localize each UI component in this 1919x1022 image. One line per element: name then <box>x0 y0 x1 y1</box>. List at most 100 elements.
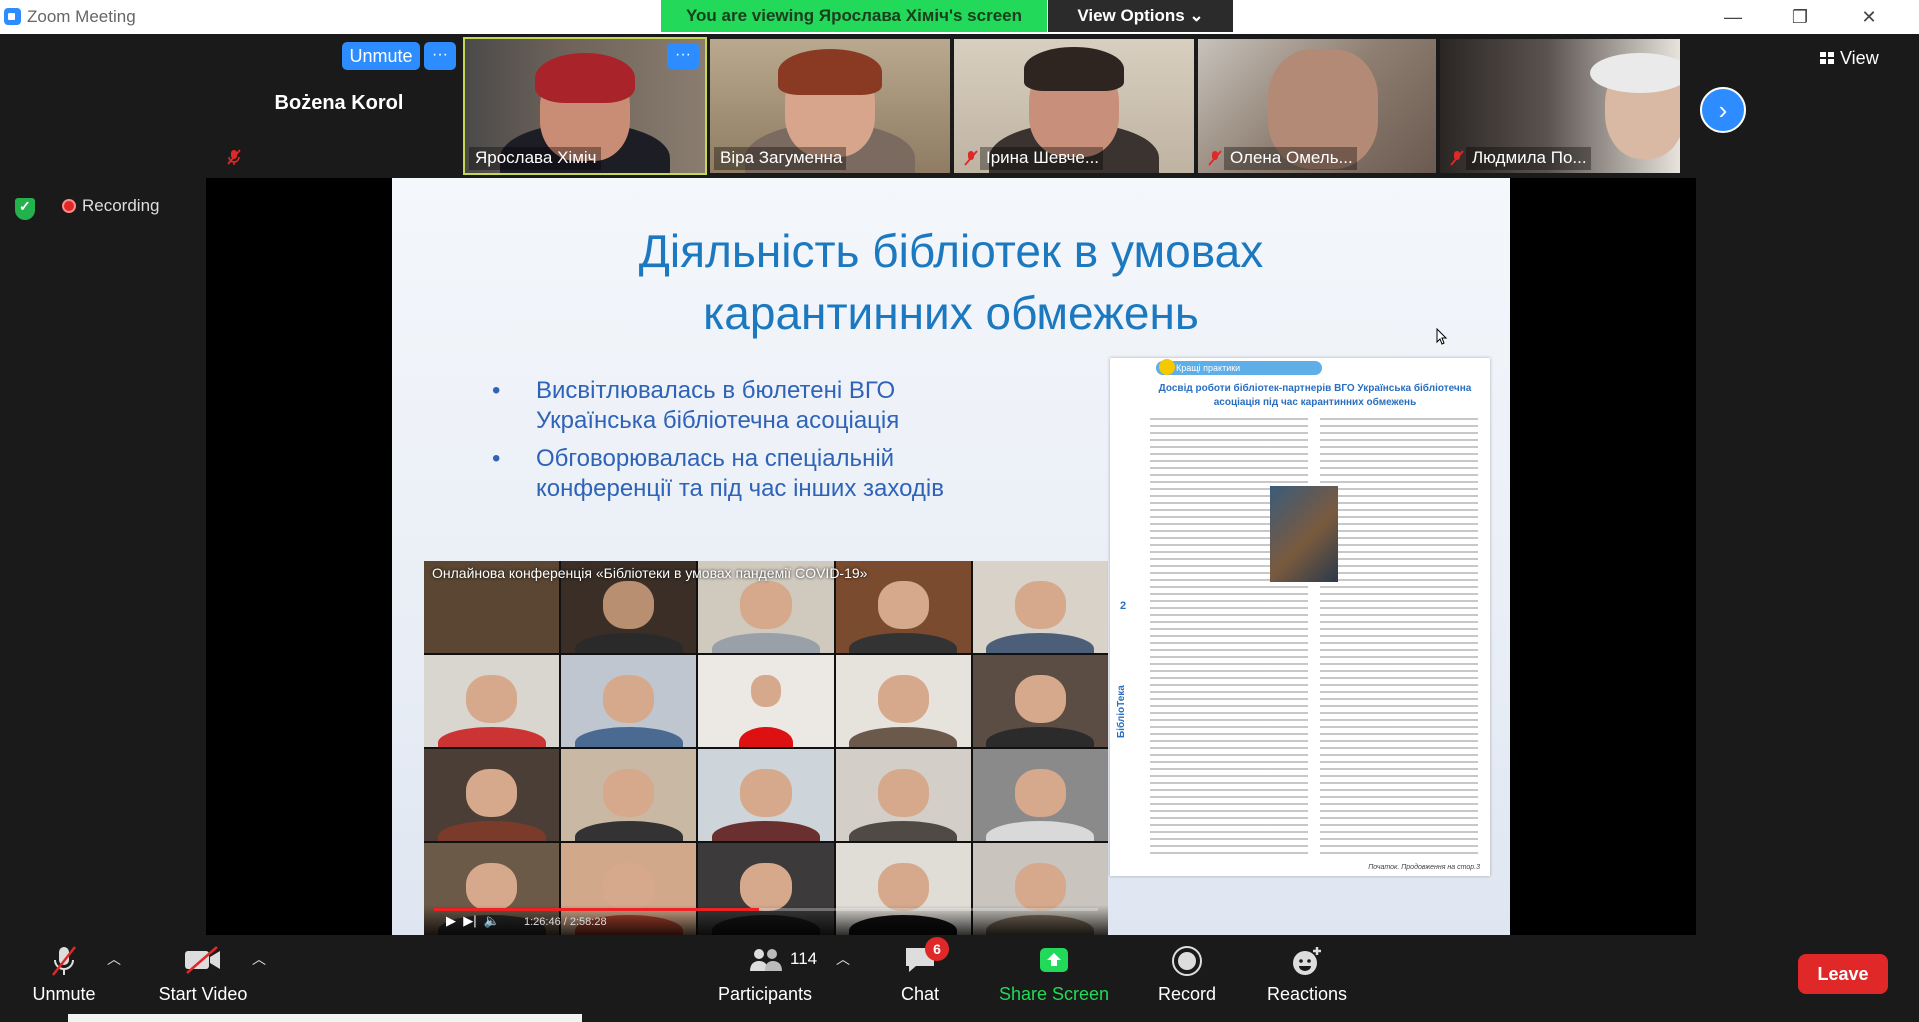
view-options-button[interactable]: View Options ⌄ <box>1048 0 1233 32</box>
muted-mic-icon <box>1208 150 1222 166</box>
record-button[interactable]: Record <box>1147 935 1227 1022</box>
newsletter-side: БібліоТека <box>1116 598 1128 738</box>
grid-icon <box>1820 52 1834 64</box>
video-progress-bar[interactable] <box>434 908 1098 911</box>
video-grid <box>424 561 1108 935</box>
participant-tile[interactable]: ··· Ярослава Хіміч <box>463 37 707 175</box>
reactions-button[interactable]: Reactions <box>1257 935 1357 1022</box>
participant-name: Олена Омель... <box>1224 147 1357 170</box>
video-cell <box>972 749 1108 841</box>
muted-mic-icon <box>964 150 978 166</box>
self-unmute-button[interactable]: Unmute <box>342 42 420 70</box>
security-shield-icon[interactable] <box>15 198 35 220</box>
chat-button[interactable]: 6 Chat <box>880 935 960 1022</box>
video-cell <box>972 561 1108 653</box>
view-label: View <box>1840 48 1879 68</box>
video-off-icon <box>185 946 220 974</box>
unmute-button[interactable]: Unmute <box>24 935 104 1022</box>
participants-icon <box>750 949 782 971</box>
video-cell <box>972 655 1108 747</box>
view-button[interactable]: View <box>1820 48 1879 69</box>
video-time: 1:26:46 / 2:58:28 <box>524 916 607 928</box>
title-bar: Zoom Meeting You are viewing Ярослава Хі… <box>0 0 1919 34</box>
slide-bullet: Обговорювалась на спеціальній конференці… <box>492 444 952 504</box>
video-title: Онлайнова конференція «Бібліотеки в умов… <box>432 565 868 581</box>
reactions-icon <box>1293 947 1321 975</box>
self-name: Bożena Korol <box>274 92 404 114</box>
recording-label: Recording <box>82 196 160 215</box>
video-cell <box>698 655 834 747</box>
video-play-controls[interactable]: ▶ ▶| 🔈 <box>446 913 500 929</box>
participant-tile[interactable]: Ірина Шевче... <box>954 39 1194 173</box>
slide-bullets: Висвітлювалась в бюлетені ВГО Українська… <box>492 376 952 512</box>
participant-name: Людмила По... <box>1466 147 1591 170</box>
share-screen-icon <box>1040 948 1068 972</box>
newsletter-page: Кращі практики Досвід роботи бібліотек-п… <box>1110 358 1490 876</box>
video-progress-fill <box>434 908 760 911</box>
newsletter-columns <box>1150 418 1480 858</box>
taskbar-strip <box>68 1014 582 1022</box>
chat-unread-badge: 6 <box>925 937 949 961</box>
video-options-caret-icon[interactable]: ︿ <box>252 949 266 969</box>
newsletter-column <box>1320 418 1478 858</box>
start-video-button[interactable]: Start Video <box>148 935 258 1022</box>
minimize-icon[interactable]: — <box>1713 2 1753 32</box>
window-title: Zoom Meeting <box>27 7 136 26</box>
video-cell <box>424 655 560 747</box>
muted-mic-icon <box>1450 150 1464 166</box>
next-page-button[interactable]: › <box>1700 87 1746 133</box>
newsletter-column <box>1150 418 1308 858</box>
mouse-cursor-icon <box>1436 328 1448 345</box>
participant-name: Ірина Шевче... <box>980 147 1104 170</box>
participant-tile[interactable]: Віра Загуменна <box>710 39 950 173</box>
share-screen-button[interactable]: Share Screen <box>994 935 1114 1022</box>
participants-label: Participants <box>717 984 813 1004</box>
participant-name: Ярослава Хіміч <box>469 147 601 170</box>
video-cell <box>835 749 971 841</box>
recording-indicator[interactable]: Recording <box>62 196 160 216</box>
video-cell <box>561 655 697 747</box>
share-screen-label: Share Screen <box>998 984 1110 1004</box>
tag-circle-icon <box>1159 359 1175 375</box>
record-icon <box>1172 946 1202 976</box>
unmute-label: Unmute <box>32 984 96 1004</box>
newsletter-tag-label: Кращі практики <box>1176 363 1241 373</box>
audio-options-caret-icon[interactable]: ︿ <box>107 949 121 969</box>
close-icon[interactable]: ✕ <box>1849 2 1889 32</box>
presentation-slide: Діяльність бібліотек в умовах карантинни… <box>392 178 1510 935</box>
video-cell <box>424 749 560 841</box>
restore-icon[interactable]: ❐ <box>1780 2 1820 32</box>
participant-tile[interactable]: Людмила По... <box>1440 39 1680 173</box>
slide-title-line: Діяльність бібліотек в умовах <box>638 225 1264 277</box>
leave-button[interactable]: Leave <box>1798 954 1888 994</box>
meeting-toolbar: Unmute ︿ Start Video ︿ 114 Participants … <box>0 935 1919 1022</box>
participants-options-caret-icon[interactable]: ︿ <box>836 949 850 969</box>
muted-mic-icon <box>52 946 76 976</box>
participant-name: Віра Загуменна <box>714 147 847 170</box>
recording-dot-icon <box>62 199 76 213</box>
newsletter-headline: Досвід роботи бібліотек-партнерів ВГО Ук… <box>1158 383 1472 408</box>
record-label: Record <box>1157 984 1217 1004</box>
tile-more-button[interactable]: ··· <box>667 43 699 69</box>
slide-title-line: карантинних обмежень <box>703 287 1199 339</box>
newsletter-side-title: БібліоТека <box>1116 685 1127 738</box>
video-cell <box>561 749 697 841</box>
newsletter-footer: Початок. Продовження на стор.3 <box>1368 864 1480 871</box>
self-more-button[interactable]: ··· <box>424 42 456 70</box>
embedded-video[interactable]: Онлайнова конференція «Бібліотеки в умов… <box>424 561 1108 935</box>
participants-button[interactable]: 114 Participants <box>710 935 820 1022</box>
reactions-label: Reactions <box>1266 984 1348 1004</box>
chat-label: Chat <box>900 984 940 1004</box>
newsletter-tag: Кращі практики <box>1156 359 1322 375</box>
video-cell <box>835 655 971 747</box>
participants-count: 114 <box>790 949 818 968</box>
video-cell <box>698 749 834 841</box>
start-video-label: Start Video <box>158 984 248 1004</box>
viewing-banner: You are viewing Ярослава Хіміч's screen <box>661 0 1047 32</box>
muted-mic-icon <box>227 149 241 165</box>
self-view-tile[interactable]: Bożena Korol <box>221 39 457 177</box>
zoom-logo-icon <box>4 8 21 25</box>
participant-tile[interactable]: Олена Омель... <box>1198 39 1436 173</box>
slide-bullet: Висвітлювалась в бюлетені ВГО Українська… <box>492 376 952 436</box>
slide-title: Діяльність бібліотек в умовах карантинни… <box>392 220 1510 344</box>
